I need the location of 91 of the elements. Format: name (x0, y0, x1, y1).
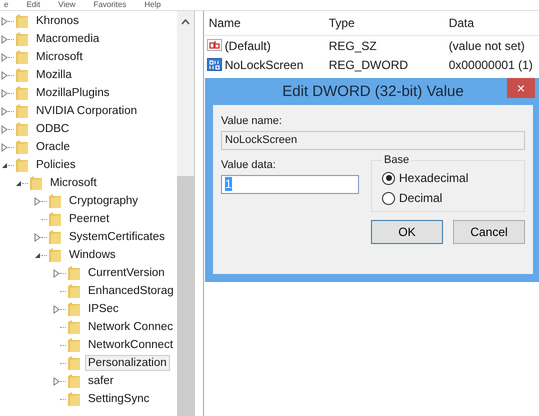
column-header[interactable]: Name (204, 16, 324, 30)
tree-item[interactable]: Khronos (33, 13, 82, 29)
expand-arrow-icon[interactable] (52, 268, 60, 278)
group-label: Base (383, 154, 410, 166)
value-data: 0x00000001 (1) (448, 58, 534, 72)
expand-arrow-icon[interactable] (52, 376, 60, 386)
folder-icon (15, 103, 29, 119)
folder-icon (15, 157, 29, 173)
folder-icon (48, 193, 62, 209)
folder-icon (67, 355, 81, 371)
expand-arrow-icon[interactable] (0, 70, 8, 80)
dialog-title: Edit DWORD (32-bit) Value (282, 83, 464, 100)
column-header[interactable]: Type (324, 16, 444, 30)
value-name-field[interactable]: NoLockScreen (221, 131, 525, 150)
expand-arrow-icon[interactable] (0, 34, 8, 44)
value-data: (value not set) (448, 38, 526, 52)
menu-item[interactable]: Favorites (93, 0, 126, 10)
folder-icon (15, 49, 29, 65)
value-name[interactable]: NoLockScreen (224, 58, 304, 72)
folder-icon (48, 211, 62, 227)
tree-item[interactable]: NVIDIA Corporation (33, 103, 140, 119)
scroll-thumb[interactable] (176, 176, 194, 416)
expand-arrow-icon[interactable] (0, 88, 8, 98)
tree-item[interactable]: Mozilla (33, 67, 75, 83)
folder-icon (15, 139, 29, 155)
string-value-icon (206, 38, 222, 52)
folder-icon (29, 175, 43, 191)
dialog-button[interactable]: OK (371, 220, 443, 244)
scrollbar[interactable] (176, 11, 194, 416)
folder-icon (67, 391, 81, 407)
menu-item[interactable]: Help (144, 0, 161, 10)
tree-item[interactable]: Windows (66, 247, 119, 263)
folder-icon (67, 301, 81, 317)
folder-icon (67, 283, 81, 299)
radio-button[interactable] (382, 172, 395, 184)
tree-item[interactable]: Network Connec (85, 319, 176, 335)
value-type: REG_DWORD (328, 58, 410, 72)
tree-item[interactable]: Macromedia (33, 31, 102, 47)
tree-item[interactable]: Cryptography (66, 193, 142, 209)
folder-icon (48, 229, 62, 245)
radio-button[interactable] (382, 192, 395, 204)
tree-item[interactable]: SystemCertificates (66, 229, 168, 245)
value-name[interactable]: (Default) (224, 38, 271, 52)
radio-label[interactable]: Hexadecimal (399, 171, 468, 185)
expand-arrow-icon[interactable] (34, 196, 40, 206)
tree-item[interactable]: CurrentVersion (85, 265, 168, 281)
tree-item[interactable]: Oracle (33, 139, 73, 155)
expand-arrow-icon[interactable] (0, 16, 8, 26)
folder-icon (15, 121, 29, 137)
tree-item[interactable]: Microsoft (47, 175, 100, 191)
collapse-arrow-icon[interactable] (0, 162, 8, 168)
tree-item[interactable]: safer (85, 373, 117, 389)
tree-item[interactable]: SettingSync (85, 391, 152, 407)
folder-icon (15, 67, 29, 83)
folder-icon (67, 337, 81, 353)
expand-arrow-icon[interactable] (52, 304, 60, 314)
tree-item[interactable]: NetworkConnect (85, 337, 176, 353)
field-label: Value data: (221, 159, 277, 171)
folder-icon (15, 31, 29, 47)
close-button[interactable]: × (507, 78, 535, 98)
folder-icon (48, 247, 62, 263)
folder-icon (15, 85, 29, 101)
menu-item[interactable]: e (4, 0, 8, 10)
tree-item[interactable]: Personalization (85, 355, 170, 371)
folder-icon (67, 319, 81, 335)
column-header[interactable]: Data (444, 16, 539, 30)
dialog-button[interactable]: Cancel (453, 220, 525, 244)
tree-item[interactable]: MozillaPlugins (33, 85, 113, 101)
menu-item[interactable]: View (58, 0, 76, 10)
value-type: REG_SZ (328, 38, 378, 52)
folder-icon (67, 265, 81, 281)
expand-arrow-icon[interactable] (34, 232, 40, 242)
tree-item[interactable]: EnhancedStorag (85, 283, 177, 299)
binary-value-icon (206, 58, 222, 72)
tree-item[interactable]: Peernet (66, 211, 112, 227)
scroll-up-icon[interactable] (180, 19, 190, 25)
tree-item[interactable]: Microsoft (33, 49, 86, 65)
expand-arrow-icon[interactable] (0, 106, 8, 116)
folder-icon (67, 373, 81, 389)
collapse-arrow-icon[interactable] (14, 180, 22, 186)
radio-label[interactable]: Decimal (399, 191, 442, 205)
expand-arrow-icon[interactable] (0, 52, 8, 62)
tree-item[interactable]: ODBC (33, 121, 72, 137)
tree-item[interactable]: Policies (33, 157, 79, 173)
collapse-arrow-icon[interactable] (34, 252, 40, 258)
expand-arrow-icon[interactable] (0, 124, 8, 134)
field-label: Value name: (221, 115, 283, 127)
menu-item[interactable]: Edit (26, 0, 40, 10)
tree-item[interactable]: IPSec (85, 301, 122, 317)
expand-arrow-icon[interactable] (0, 142, 8, 152)
folder-icon (15, 13, 29, 29)
